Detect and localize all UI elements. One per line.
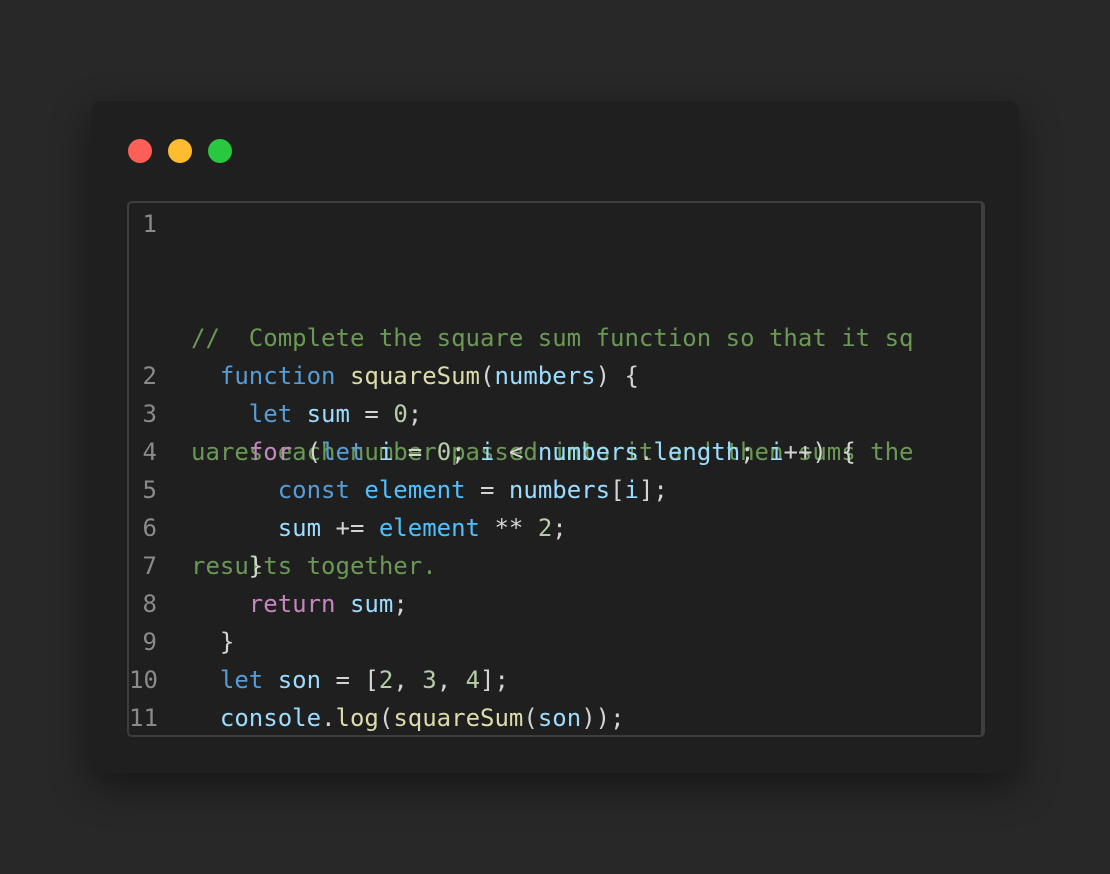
keyword: let xyxy=(321,438,365,466)
variable: i xyxy=(480,438,495,466)
keyword: function xyxy=(219,362,336,390)
variable: element xyxy=(364,476,466,504)
code-text: sum += element ** 2; xyxy=(277,514,567,542)
variable: son xyxy=(537,704,582,732)
parameter: numbers xyxy=(494,362,596,390)
line-number: 3 xyxy=(142,400,157,428)
code-editor[interactable]: 1 // Complete the square sum function so… xyxy=(127,201,985,737)
line-number: 7 xyxy=(142,552,157,580)
number: 0 xyxy=(436,438,452,466)
number: 4 xyxy=(465,666,481,694)
keyword: let xyxy=(248,400,293,428)
code-text: let sum = 0; xyxy=(248,400,423,428)
line-number: 6 xyxy=(142,514,157,542)
line-number: 1 xyxy=(142,210,157,238)
property: length xyxy=(653,438,741,466)
variable: sum xyxy=(306,400,350,428)
code-line-2: 2 function squareSum(numbers) { xyxy=(129,357,981,395)
number: 2 xyxy=(537,514,553,542)
code-line-11: 11 console.log(squareSum(son)); xyxy=(129,699,981,735)
line-number: 8 xyxy=(142,590,157,618)
code-text: function squareSum(numbers) { xyxy=(219,362,639,390)
code-line-10: 10 let son = [2, 3, 4]; xyxy=(129,661,981,699)
keyword: for xyxy=(248,438,293,466)
function-name: squareSum xyxy=(393,704,524,732)
code-line-6: 6 sum += element ** 2; xyxy=(129,509,981,547)
line-number: 9 xyxy=(142,628,157,656)
code-lines: 1 // Complete the square sum function so… xyxy=(129,205,981,735)
code-line-9: 9 } xyxy=(129,623,981,661)
variable: sum xyxy=(277,514,322,542)
variable: numbers xyxy=(537,438,640,466)
code-line-4: 4 for (let i = 0; i < numbers.length; i+… xyxy=(129,433,981,471)
line-number: 2 xyxy=(142,362,157,390)
variable: console xyxy=(219,704,322,732)
line-number: 5 xyxy=(142,476,157,504)
number: 2 xyxy=(378,666,394,694)
line-number: 10 xyxy=(129,666,158,694)
variable: son xyxy=(277,666,322,694)
minimize-dot-icon[interactable] xyxy=(168,139,192,163)
line-number: 11 xyxy=(129,704,158,732)
keyword: const xyxy=(277,476,350,504)
keyword: return xyxy=(248,590,336,618)
variable: i xyxy=(769,438,784,466)
code-line-8: 8 return sum; xyxy=(129,585,981,623)
code-window: 1 // Complete the square sum function so… xyxy=(91,101,1019,773)
function-name: squareSum xyxy=(349,362,480,390)
code-text: let son = [2, 3, 4]; xyxy=(219,666,509,694)
code-text: return sum; xyxy=(248,590,408,618)
variable: element xyxy=(378,514,481,542)
close-dot-icon[interactable] xyxy=(128,139,152,163)
number: 0 xyxy=(393,400,408,428)
keyword: let xyxy=(219,666,264,694)
code-line-5: 5 const element = numbers[i]; xyxy=(129,471,981,509)
code-text: const element = numbers[i]; xyxy=(277,476,668,504)
maximize-dot-icon[interactable] xyxy=(208,139,232,163)
number: 3 xyxy=(422,666,437,694)
variable: i xyxy=(624,476,639,504)
code-text: } xyxy=(219,628,235,656)
code-line-3: 3 let sum = 0; xyxy=(129,395,981,433)
function-name: log xyxy=(335,704,379,732)
variable: i xyxy=(378,438,394,466)
comment-line: // Complete the square sum function so t… xyxy=(191,324,914,352)
variable: sum xyxy=(349,590,394,618)
code-line-1: 1 // Complete the square sum function so… xyxy=(129,205,981,580)
variable: numbers xyxy=(508,476,611,504)
code-text: for (let i = 0; i < numbers.length; i++)… xyxy=(248,438,856,466)
code-text: } xyxy=(248,552,264,580)
line-number: 4 xyxy=(142,438,157,466)
code-line-7: 7 } xyxy=(129,547,981,585)
code-text: console.log(squareSum(son)); xyxy=(219,704,625,732)
